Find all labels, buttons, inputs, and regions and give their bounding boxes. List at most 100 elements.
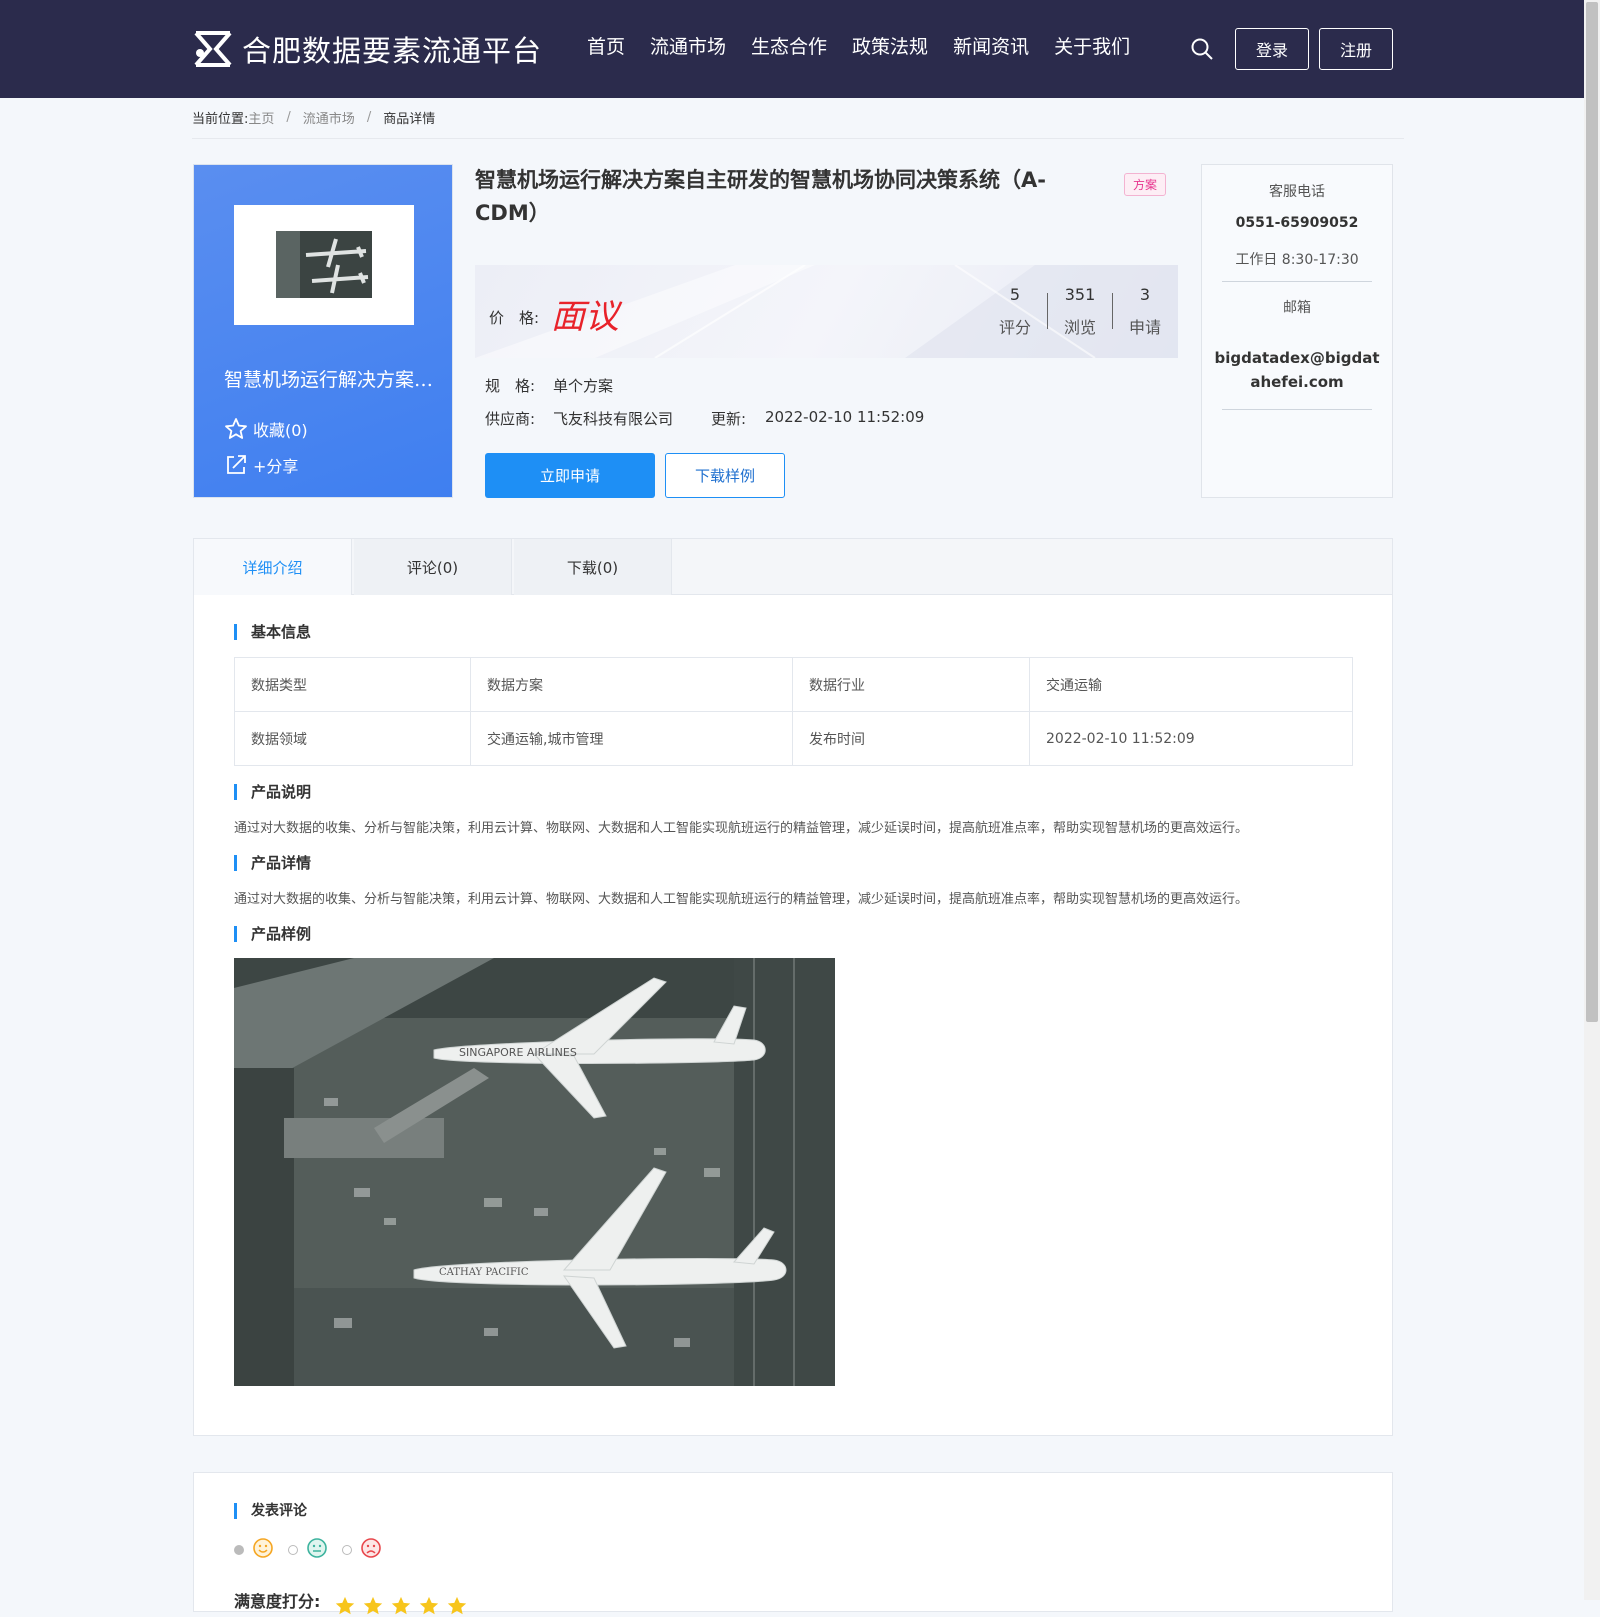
tab-comments[interactable]: 评论(0) [354, 539, 512, 595]
brand-logo[interactable]: 合肥数据要素流通平台 [192, 28, 542, 70]
product-sample-image: SINGAPORE AIRLINES CATHAY PACIFIC [234, 958, 835, 1386]
star-outline-icon [225, 418, 247, 439]
apply-now-button[interactable]: 立即申请 [485, 453, 655, 498]
tab-downloads[interactable]: 下载(0) [514, 539, 672, 595]
section-basic-info: 基本信息 [234, 624, 311, 640]
favorite-button[interactable]: 收藏(0) [224, 417, 308, 441]
email-line-2: ahefei.com [1250, 373, 1344, 391]
product-title: 智慧机场运行解决方案自主研发的智慧机场协同决策系统（A-CDM） [475, 168, 1046, 225]
stat-applications-label: 申请 [1128, 318, 1161, 337]
rating-star-icon[interactable] [418, 1595, 440, 1617]
spec-value: 单个方案 [553, 377, 614, 395]
contact-divider [1222, 409, 1372, 410]
rating-star-icon[interactable] [362, 1595, 384, 1617]
contact-box: 客服电话 0551-65909052 工作日 8:30-17:30 邮箱 big… [1201, 164, 1393, 498]
breadcrumb-market[interactable]: 流通市场 [303, 108, 355, 127]
nav-home[interactable]: 首页 [587, 32, 625, 59]
stat-views-value: 351 [1064, 285, 1096, 304]
happy-face-icon[interactable] [252, 1537, 274, 1559]
share-button[interactable]: +分享 [224, 453, 298, 477]
satisfaction-stars[interactable] [334, 1595, 474, 1617]
spec-label: 规 格: [485, 377, 536, 395]
comment-panel: 发表评论 满意度打分: [193, 1472, 1393, 1615]
section-product-description: 产品说明 [234, 784, 311, 800]
table-cell: 数据方案 [470, 657, 793, 712]
product-details-text: 通过对大数据的收集、分析与智能决策，利用云计算、物联网、大数据和人工智能实现航班… [234, 892, 1249, 907]
tab-details[interactable]: 详细介绍 [194, 539, 352, 595]
update-label: 更新: [711, 410, 747, 428]
update-value: 2022-02-10 11:52:09 [765, 408, 925, 426]
comment-section-title: 发表评论 [234, 1503, 307, 1519]
neutral-face-icon[interactable] [306, 1537, 328, 1559]
table-cell: 数据类型 [234, 657, 471, 712]
top-header: 合肥数据要素流通平台 首页 流通市场 生态合作 政策法规 新闻资讯 关于我们 登… [0, 0, 1584, 98]
nav-about[interactable]: 关于我们 [1054, 32, 1130, 59]
breadcrumb: 当前位置: 主页 / 流通市场 / 商品详情 [192, 108, 435, 127]
breadcrumb-home[interactable]: 主页 [248, 108, 274, 127]
breadcrumb-label: 当前位置: [192, 112, 249, 127]
download-sample-button[interactable]: 下载样例 [665, 453, 785, 498]
mood-radio-happy[interactable] [234, 1545, 244, 1555]
email-line-1: bigdatadex@bigdat [1214, 349, 1380, 367]
mood-radio-neutral[interactable] [288, 1545, 298, 1555]
stat-rating-label: 评分 [998, 318, 1031, 337]
contact-divider [1222, 281, 1372, 282]
table-cell: 交通运输 [1029, 657, 1353, 712]
mood-radio-sad[interactable] [342, 1545, 352, 1555]
search-icon[interactable] [1190, 37, 1214, 61]
page-scrollbar[interactable] [1584, 0, 1600, 1600]
supplier-label: 供应商: [485, 410, 536, 428]
share-label: +分享 [253, 457, 299, 476]
breadcrumb-separator: / [366, 110, 372, 125]
product-thumbnail [234, 205, 414, 325]
phone-label: 客服电话 [1269, 184, 1325, 200]
stat-rating-value: 5 [1009, 285, 1021, 304]
nav-ecosystem[interactable]: 生态合作 [751, 32, 827, 59]
nav-market[interactable]: 流通市场 [650, 32, 726, 59]
sample-image-caption-2: CATHAY PACIFIC [439, 1267, 529, 1278]
breadcrumb-current: 商品详情 [383, 112, 436, 127]
breadcrumb-divider [192, 138, 1404, 139]
table-cell: 数据领域 [234, 711, 471, 766]
rating-star-icon[interactable] [446, 1595, 468, 1617]
sample-image-caption-1: SINGAPORE AIRLINES [459, 1046, 577, 1059]
stat-views: 351 浏览 [1048, 285, 1112, 338]
product-card: 智慧机场运行解决方案自主研发的智慧机场协同决策系统（A-CDM） 收藏(0) +… [193, 164, 453, 498]
product-thumbnail-image [276, 231, 372, 298]
detail-panel: 详细介绍 评论(0) 下载(0) 基本信息 数据类型 数据方案 数据行业 交通运… [193, 538, 1393, 1436]
table-cell: 发布时间 [792, 711, 1030, 766]
detail-tabs: 详细介绍 评论(0) 下载(0) [194, 539, 1392, 595]
stat-views-label: 浏览 [1063, 318, 1096, 337]
rating-star-icon[interactable] [334, 1595, 356, 1617]
login-button[interactable]: 登录 [1235, 28, 1309, 70]
section-product-sample: 产品样例 [234, 926, 311, 942]
supplier-value: 飞友科技有限公司 [553, 410, 674, 428]
brand-logo-icon [194, 31, 232, 67]
table-cell: 2022-02-10 11:52:09 [1029, 711, 1353, 766]
table-cell: 交通运输,城市管理 [470, 711, 793, 766]
price-box: 价 格: 面议 5 评分 351 浏览 3 申请 [475, 265, 1178, 358]
product-description-text: 通过对大数据的收集、分析与智能决策，利用云计算、物联网、大数据和人工智能实现航班… [234, 821, 1249, 836]
basic-info-table: 数据类型 数据方案 数据行业 交通运输 数据领域 交通运输,城市管理 发布时间 … [234, 657, 1353, 766]
scrollbar-thumb[interactable] [1586, 2, 1598, 1022]
working-hours: 工作日 8:30-17:30 [1235, 252, 1359, 268]
section-product-details: 产品详情 [234, 855, 311, 871]
stat-applications: 3 申请 [1113, 285, 1177, 338]
main-nav: 首页 流通市场 生态合作 政策法规 新闻资讯 关于我们 [587, 32, 1155, 59]
nav-news[interactable]: 新闻资讯 [953, 32, 1029, 59]
share-icon [227, 455, 246, 474]
table-row: 数据类型 数据方案 数据行业 交通运输 [234, 657, 1353, 712]
brand-name: 合肥数据要素流通平台 [242, 34, 543, 68]
phone-number: 0551-65909052 [1235, 215, 1359, 231]
sad-face-icon[interactable] [360, 1537, 382, 1559]
stat-rating: 5 评分 [983, 285, 1047, 338]
email-label: 邮箱 [1283, 300, 1311, 316]
stat-applications-value: 3 [1139, 285, 1151, 304]
breadcrumb-separator: / [286, 110, 291, 125]
register-button[interactable]: 注册 [1319, 28, 1393, 70]
nav-policy[interactable]: 政策法规 [852, 32, 928, 59]
product-card-title: 智慧机场运行解决方案自主研发的智慧机场协同决策系统（A-CDM） [224, 369, 446, 391]
favorite-label: 收藏(0) [253, 421, 308, 440]
table-cell: 数据行业 [792, 657, 1030, 712]
rating-star-icon[interactable] [390, 1595, 412, 1617]
